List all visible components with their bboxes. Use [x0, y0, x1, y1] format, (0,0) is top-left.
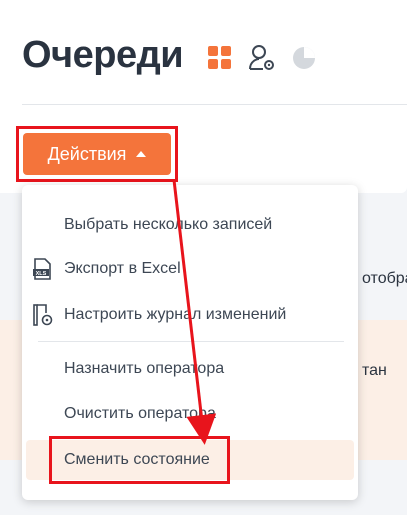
- svg-text:XLS: XLS: [36, 271, 47, 277]
- actions-button[interactable]: Действия: [23, 133, 171, 175]
- menu-item-configure-log[interactable]: Настроить журнал изменений: [26, 295, 354, 335]
- background-text: тан: [362, 362, 387, 379]
- background-text: отобра: [362, 270, 407, 287]
- menu-item-label: Выбрать несколько записей: [64, 216, 273, 233]
- change-state-highlight-box: [49, 436, 230, 484]
- pie-chart-icon[interactable]: [291, 45, 317, 71]
- menu-item-label: Назначить оператора: [64, 360, 225, 377]
- menu-divider: [38, 341, 344, 342]
- title-row: Очереди: [22, 34, 317, 77]
- grid-icon[interactable]: [207, 45, 233, 71]
- menu-item-label: Экспорт в Excel: [64, 260, 181, 277]
- menu-item-export-excel[interactable]: XLS Экспорт в Excel: [26, 249, 354, 289]
- caret-up-icon: [136, 151, 147, 157]
- user-settings-icon[interactable]: [247, 43, 277, 73]
- menu-item-label: Очистить оператора: [64, 405, 216, 422]
- menu-item-clear-operator[interactable]: Очистить оператора: [26, 394, 354, 434]
- title-icons: [207, 43, 317, 73]
- header-divider: [22, 104, 407, 105]
- actions-button-label: Действия: [47, 143, 127, 164]
- xls-file-icon: XLS: [33, 258, 51, 280]
- actions-button-highlight-box: Действия: [16, 126, 178, 182]
- menu-item-select-multiple[interactable]: Выбрать несколько записей: [26, 205, 354, 245]
- menu-item-assign-operator[interactable]: Назначить оператора: [26, 349, 354, 389]
- menu-item-label: Настроить журнал изменений: [64, 306, 287, 323]
- page-title: Очереди: [22, 34, 184, 76]
- log-settings-icon: [33, 304, 53, 326]
